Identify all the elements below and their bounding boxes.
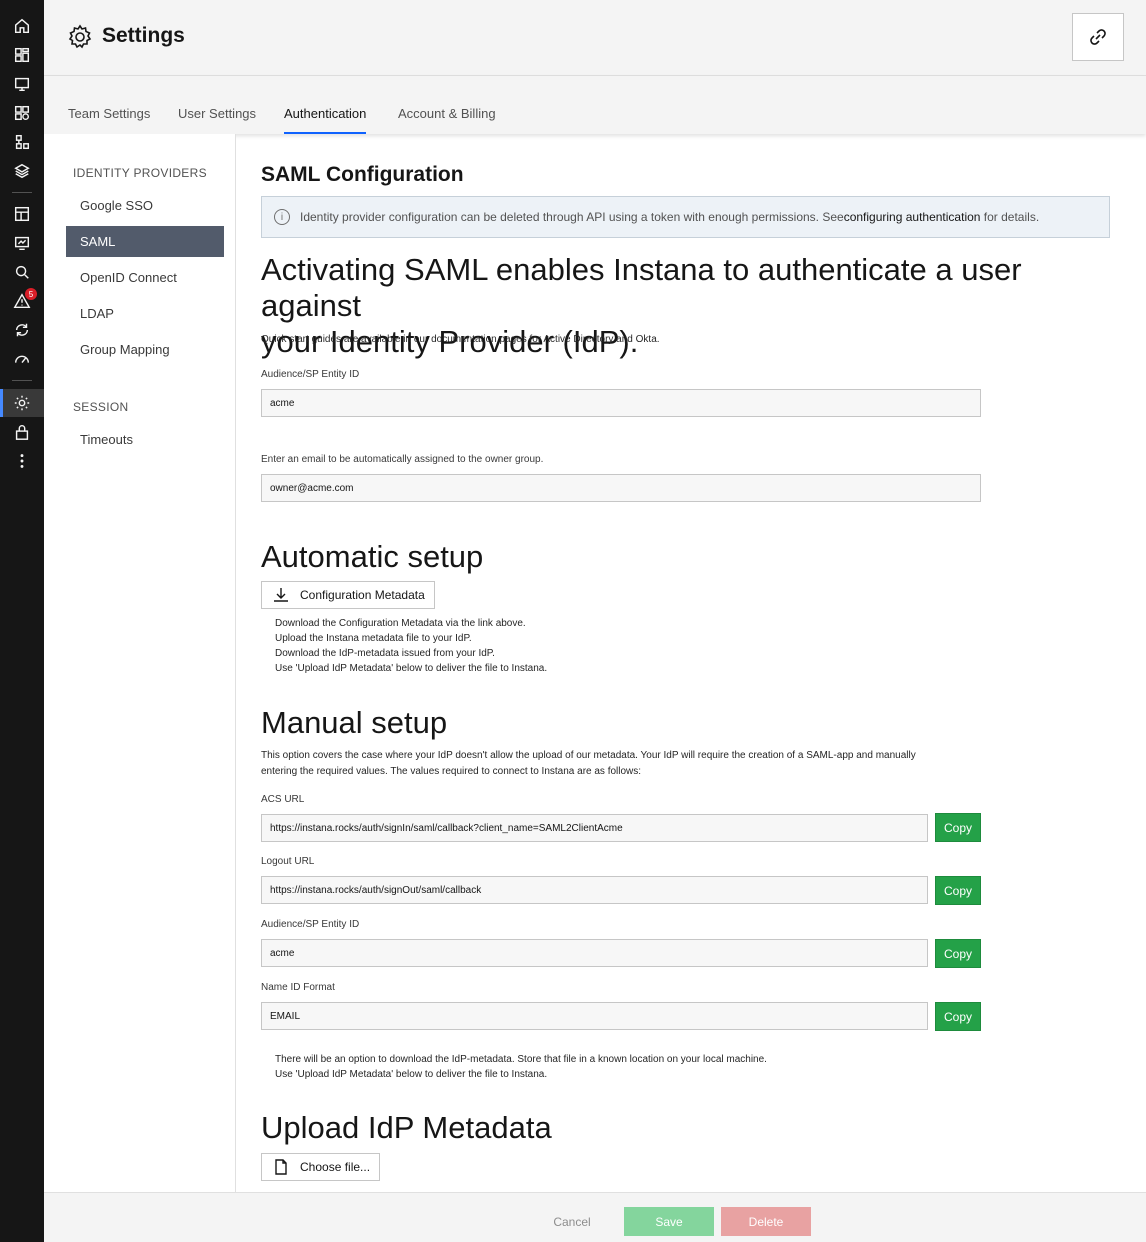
manual-note-line-2: Use 'Upload IdP Metadata' below to deliv… <box>275 1069 548 1080</box>
entity-id-input[interactable]: acme <box>261 389 981 417</box>
copy-logout-url-button[interactable]: Copy <box>935 876 981 905</box>
form-footer: Cancel Save Delete <box>44 1192 1146 1242</box>
manual-setup-heading: Manual setup <box>261 705 448 740</box>
info-icon: i <box>274 209 290 225</box>
event-count-badge: 5 <box>25 288 37 300</box>
manual-description-line-1: This option covers the case where your I… <box>261 750 916 761</box>
entity-id-label: Audience/SP Entity ID <box>261 369 360 380</box>
configuration-metadata-label: Configuration Metadata <box>300 588 425 602</box>
automation-icon[interactable] <box>0 316 44 344</box>
tab-account-billing[interactable]: Account & Billing <box>398 106 496 132</box>
manual-entity-id-label: Audience/SP Entity ID <box>261 919 360 930</box>
events-icon[interactable] <box>0 287 44 315</box>
automatic-step: Download the Configuration Metadata via … <box>275 618 526 629</box>
dashboard-icon[interactable] <box>0 41 44 69</box>
manual-description: This option covers the case where your I… <box>261 748 916 780</box>
auth-subnav: IDENTITY PROVIDERS Google SSO SAML OpenI… <box>44 134 236 1192</box>
page-title: Settings <box>102 24 185 47</box>
choose-file-label: Choose file... <box>300 1160 371 1174</box>
owner-email-label: Enter an email to be automatically assig… <box>261 454 544 465</box>
tab-authentication[interactable]: Authentication <box>284 106 367 134</box>
manual-description-line-2: entering the required values. The values… <box>261 766 642 777</box>
link-icon <box>1090 29 1106 45</box>
subnav-item-timeouts[interactable]: Timeouts <box>66 424 224 455</box>
copy-acs-url-button[interactable]: Copy <box>935 813 981 842</box>
copy-link-button[interactable] <box>1072 13 1124 61</box>
infrastructure-icon[interactable] <box>0 157 44 185</box>
analytics-icon[interactable] <box>0 258 44 286</box>
copy-name-id-format-button[interactable]: Copy <box>935 1002 981 1031</box>
tab-user-settings[interactable]: User Settings <box>178 106 256 132</box>
delete-button[interactable]: Delete <box>721 1207 811 1236</box>
subnav-item-group-mapping[interactable]: Group Mapping <box>66 334 224 365</box>
download-icon <box>274 588 288 602</box>
manual-entity-id-input[interactable]: acme <box>261 939 928 967</box>
owner-email-input[interactable]: owner@acme.com <box>261 474 981 502</box>
settings-tabs: Team Settings User Settings Authenticati… <box>44 76 1146 134</box>
subnav-item-google-sso[interactable]: Google SSO <box>66 190 224 221</box>
services-icon[interactable] <box>0 128 44 156</box>
slo-icon[interactable] <box>0 345 44 373</box>
notice-text-after: for details. <box>980 210 1040 224</box>
synthetic-icon[interactable] <box>0 200 44 228</box>
logout-url-input[interactable]: https://instana.rocks/auth/signOut/saml/… <box>261 876 928 904</box>
cancel-button[interactable]: Cancel <box>527 1207 617 1236</box>
lock-icon[interactable] <box>0 418 44 446</box>
name-id-format-label: Name ID Format <box>261 982 335 993</box>
section-title: SAML Configuration <box>261 163 464 186</box>
automatic-step: Upload the Instana metadata file to your… <box>275 633 472 644</box>
info-notice: i Identity provider configuration can be… <box>261 196 1110 238</box>
intro-heading-line-1: Activating SAML enables Instana to authe… <box>261 252 1022 323</box>
automatic-setup-heading: Automatic setup <box>261 539 484 574</box>
automatic-step: Use 'Upload IdP Metadata' below to deliv… <box>275 663 548 674</box>
subnav-item-saml[interactable]: SAML <box>66 226 224 257</box>
configuration-metadata-button[interactable]: Configuration Metadata <box>261 581 435 609</box>
automatic-steps: Download the Configuration Metadata via … <box>275 616 547 676</box>
applications-icon[interactable] <box>0 99 44 127</box>
name-id-format-input[interactable]: EMAIL <box>261 1002 928 1030</box>
choose-file-button[interactable]: Choose file... <box>261 1153 381 1181</box>
logout-url-label: Logout URL <box>261 856 315 867</box>
session-heading: SESSION <box>73 400 129 414</box>
acs-url-label: ACS URL <box>261 794 305 805</box>
copy-entity-id-button[interactable]: Copy <box>935 939 981 968</box>
page-header: Settings <box>44 0 1146 76</box>
manual-note: There will be an option to download the … <box>275 1052 767 1082</box>
acs-url-input[interactable]: https://instana.rocks/auth/signIn/saml/c… <box>261 814 928 842</box>
settings-gear-icon <box>68 24 92 49</box>
quickstart-text: Quick start guides are available in our … <box>261 334 660 345</box>
subnav-item-ldap[interactable]: LDAP <box>66 298 224 329</box>
settings-icon[interactable] <box>0 389 44 417</box>
left-rail: 5 <box>0 0 44 1242</box>
more-icon[interactable] <box>0 447 44 475</box>
upload-metadata-heading: Upload IdP Metadata <box>261 1110 552 1145</box>
file-icon <box>275 1159 287 1175</box>
home-icon[interactable] <box>0 12 44 40</box>
save-button[interactable]: Save <box>624 1207 714 1236</box>
platform-icon[interactable] <box>0 229 44 257</box>
tab-team-settings[interactable]: Team Settings <box>68 106 150 132</box>
manual-note-line-1: There will be an option to download the … <box>275 1054 767 1065</box>
website-monitoring-icon[interactable] <box>0 70 44 98</box>
configuring-authentication-link[interactable]: configuring authentication <box>844 210 981 224</box>
subnav-item-openid-connect[interactable]: OpenID Connect <box>66 262 224 293</box>
identity-providers-heading: IDENTITY PROVIDERS <box>73 166 207 180</box>
notice-text-before: Identity provider configuration can be d… <box>300 210 844 224</box>
automatic-step: Download the IdP-metadata issued from yo… <box>275 648 495 659</box>
